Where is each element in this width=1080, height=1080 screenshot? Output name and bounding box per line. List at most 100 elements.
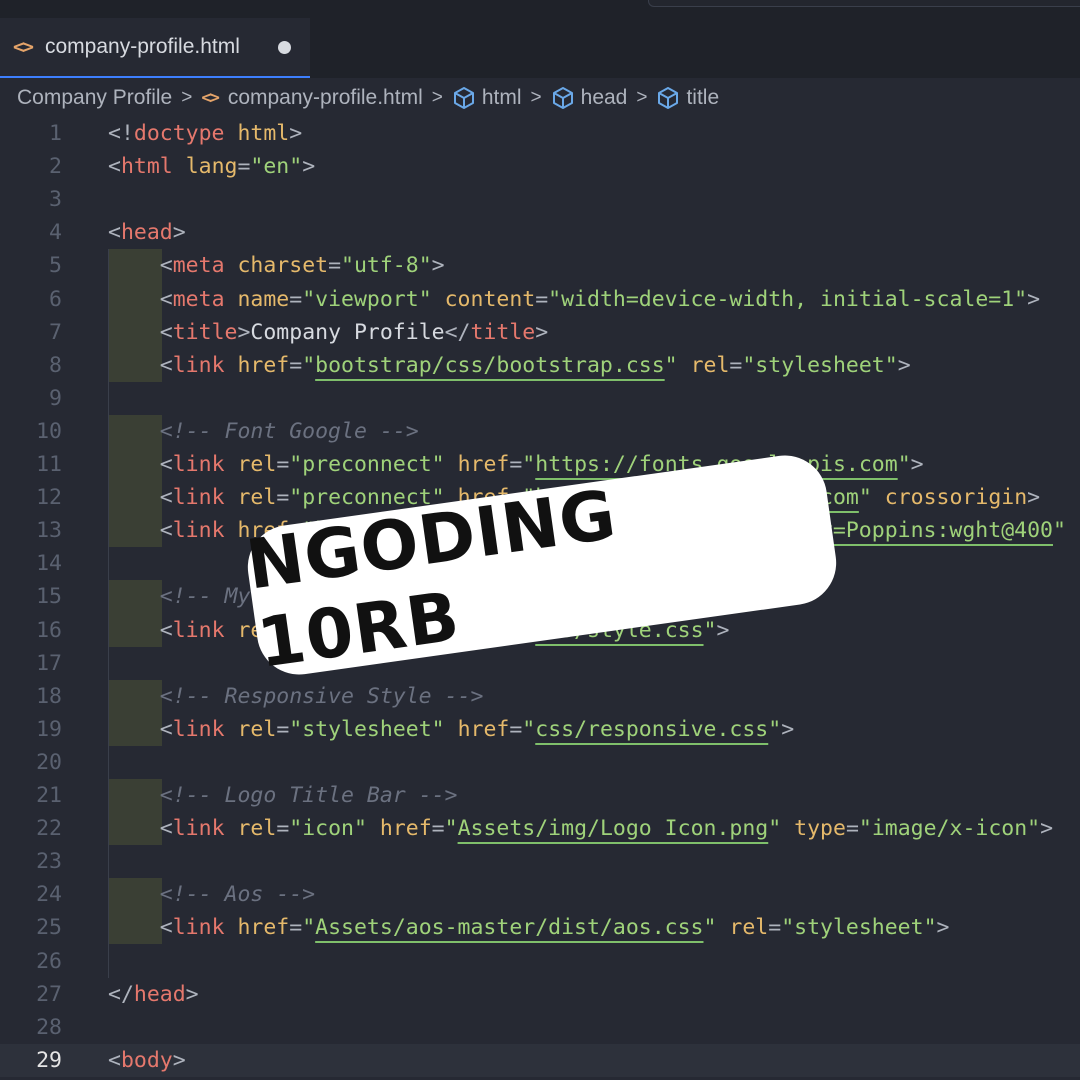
code-token: name (237, 286, 290, 312)
code-line[interactable]: 5 <meta charset="utf-8"> (0, 249, 1080, 282)
code-text: <head> (108, 216, 186, 249)
code-token: href (237, 915, 290, 941)
code-line[interactable]: 25 <link href="Assets/aos-master/dist/ao… (0, 911, 1080, 944)
code-token: > (1027, 485, 1041, 511)
code-token: " (302, 352, 316, 378)
code-line[interactable]: 10 <!-- Font Google --> (0, 415, 1080, 448)
code-token: < (159, 816, 173, 842)
code-token: title (172, 319, 238, 345)
line-number: 21 (36, 783, 62, 808)
code-token: = (289, 352, 303, 378)
code-token: = (276, 816, 290, 842)
code-line[interactable]: 11 <link rel="preconnect" href="https://… (0, 448, 1080, 481)
code-token: = (509, 716, 523, 742)
code-line[interactable]: 22 <link rel="icon" href="Assets/img/Log… (0, 812, 1080, 845)
code-text: <!doctype html> (108, 117, 302, 150)
code-token: " (858, 485, 872, 511)
code-text: <title>Company Profile</title> (108, 316, 548, 349)
code-line[interactable]: 6 <meta name="viewport" content="width=d… (0, 283, 1080, 316)
code-token: = (289, 915, 303, 941)
code-line[interactable]: 18 <!-- Responsive Style --> (0, 680, 1080, 713)
line-number: 19 (36, 716, 62, 742)
code-line[interactable]: 2 <html lang="en"> (0, 150, 1080, 183)
line-number: 26 (36, 948, 62, 974)
html-file-icon: <> (201, 88, 220, 108)
code-token: > (781, 716, 795, 742)
chevron-right-icon: > (636, 87, 648, 108)
code-token: < (159, 716, 173, 742)
code-line[interactable]: 23 (0, 845, 1080, 878)
code-line[interactable]: 19 <link rel="stylesheet" href="css/resp… (0, 713, 1080, 746)
code-text: <!-- Logo Title Bar --> (108, 779, 458, 812)
line-number: 13 (36, 518, 62, 544)
code-line[interactable]: 3 (0, 183, 1080, 216)
line-number: 18 (36, 683, 62, 709)
breadcrumb-item-html[interactable]: html (452, 86, 522, 110)
code-token: "image/x-icon" (858, 816, 1041, 842)
code-line[interactable]: 4 <head> (0, 216, 1080, 249)
code-token: < (108, 1047, 121, 1073)
code-line[interactable]: 9 (0, 382, 1080, 415)
breadcrumb-label: head (580, 86, 628, 109)
code-line[interactable]: 29 <body> (0, 1043, 1080, 1077)
line-number: 29 (36, 1047, 62, 1073)
code-token: < (159, 352, 173, 378)
code-token: <!-- Font Google --> (159, 418, 419, 444)
code-line[interactable]: 26 (0, 945, 1080, 978)
code-line[interactable]: 21 <!-- Logo Title Bar --> (0, 779, 1080, 812)
code-token: title (470, 319, 536, 345)
code-token: "stylesheet" (781, 915, 937, 941)
code-token: bootstrap/css/bootstrap.css (315, 352, 665, 378)
code-token: link (172, 485, 225, 511)
code-token: > (237, 319, 251, 345)
breadcrumb-item-file[interactable]: <> company-profile.html (201, 86, 422, 110)
line-number: 11 (36, 452, 62, 477)
code-line[interactable]: 20 (0, 746, 1080, 779)
code-token: = (535, 286, 549, 312)
code-token: < (159, 518, 173, 544)
code-token: > (936, 915, 950, 941)
line-number: 23 (36, 849, 62, 875)
line-number: 6 (49, 286, 62, 312)
code-line[interactable]: 8 <link href="bootstrap/css/bootstrap.cs… (0, 349, 1080, 382)
code-token: > (1027, 286, 1041, 312)
code-token: " (1052, 518, 1066, 544)
code-line[interactable]: 17 (0, 647, 1080, 680)
code-token: link (172, 617, 225, 643)
breadcrumb-item-folder[interactable]: Company Profile (17, 86, 172, 110)
code-line[interactable]: 1 <!doctype html> (0, 117, 1080, 150)
code-token: = (276, 485, 290, 511)
code-line[interactable]: 24 <!-- Aos --> (0, 878, 1080, 911)
code-token: link (172, 352, 225, 378)
breadcrumb-label: company-profile.html (227, 86, 423, 109)
code-token: rel (237, 816, 277, 842)
code-token: < (159, 617, 173, 643)
breadcrumb-item-head[interactable]: head (551, 86, 628, 110)
code-line[interactable]: 7 <title>Company Profile</title> (0, 316, 1080, 349)
code-line[interactable]: 28 (0, 1011, 1080, 1044)
code-line[interactable]: 27 </head> (0, 978, 1080, 1011)
unsaved-changes-dot-icon[interactable] (278, 41, 291, 54)
code-token: > (910, 452, 924, 477)
code-token: charset (237, 253, 329, 279)
code-token: </ (444, 319, 471, 345)
code-token: = (431, 816, 445, 842)
code-token: " (664, 352, 678, 378)
tab-company-profile-html[interactable]: <> company-profile.html (0, 18, 310, 78)
code-token: < (159, 452, 173, 477)
breadcrumb-item-title[interactable]: title (656, 86, 719, 110)
code-text: <link rel="stylesheet" href="css/respons… (108, 713, 794, 746)
code-token: < (159, 915, 173, 941)
